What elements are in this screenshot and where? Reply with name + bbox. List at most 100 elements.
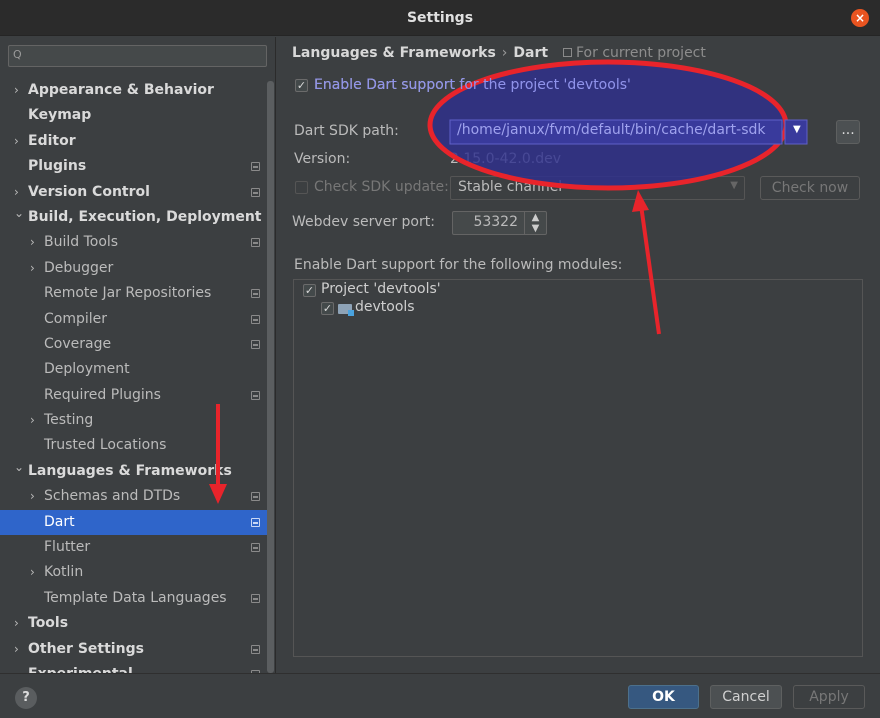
- title-bar: Settings ×: [0, 0, 880, 36]
- devtools-module-checkbox[interactable]: ✓: [321, 302, 334, 315]
- project-scope-icon: [251, 238, 260, 248]
- sidebar-item-debugger[interactable]: › Debugger: [0, 256, 268, 281]
- sidebar-item-plugins[interactable]: Plugins: [0, 154, 268, 179]
- sidebar-item-tools[interactable]: › Tools: [0, 611, 268, 636]
- sidebar-item-schemas-and-dtds[interactable]: › Schemas and DTDs: [0, 484, 268, 509]
- project-scope-icon: [251, 517, 260, 527]
- webdev-port-spinner[interactable]: 53322 ▲ ▼: [452, 211, 547, 235]
- chevron-down-icon: ▼: [730, 180, 738, 191]
- module-folder-icon: [338, 304, 354, 316]
- project-scope-icon: [251, 314, 260, 324]
- project-scope-icon: [251, 390, 260, 400]
- check-sdk-update-label: Check SDK update:: [314, 179, 449, 195]
- sidebar-item-label: Build, Execution, Deployment: [28, 208, 262, 225]
- sidebar-item-editor[interactable]: › Editor: [0, 129, 268, 154]
- project-module-label: Project 'devtools': [321, 281, 441, 297]
- sidebar-item-languages-frameworks[interactable]: ⌄ Languages & Frameworks: [0, 459, 268, 484]
- sidebar-item-build-execution-deployment[interactable]: ⌄ Build, Execution, Deployment: [0, 205, 268, 230]
- update-channel-value: Stable channel: [458, 179, 563, 195]
- search-input[interactable]: Q: [8, 45, 267, 67]
- sidebar-scrollbar[interactable]: [267, 81, 274, 673]
- ok-button[interactable]: OK: [628, 685, 699, 709]
- chevron-right-icon[interactable]: ›: [14, 78, 19, 103]
- sidebar-item-keymap[interactable]: Keymap: [0, 103, 268, 128]
- devtools-module-label: devtools: [355, 299, 415, 315]
- chevron-right-icon[interactable]: ›: [14, 637, 19, 662]
- settings-tree: › Appearance & Behavior Keymap › Editor Plugi…: [0, 78, 268, 673]
- sdk-path-value-highlighted: /home/janux/fvm/default/bin/cache/dart-s…: [457, 122, 766, 138]
- help-button[interactable]: ?: [15, 687, 37, 709]
- chevron-right-icon[interactable]: ›: [30, 230, 35, 255]
- chevron-right-icon[interactable]: ›: [14, 129, 19, 154]
- update-channel-select[interactable]: Stable channel ▼: [450, 176, 745, 200]
- sidebar-item-dart[interactable]: Dart: [0, 509, 268, 536]
- version-value: 2.15.0-42.0.dev: [450, 151, 561, 167]
- sidebar-item-build-tools[interactable]: › Build Tools: [0, 230, 268, 255]
- sidebar-item-trusted-locations[interactable]: Trusted Locations: [0, 433, 268, 458]
- project-scope-icon: [251, 162, 260, 172]
- chevron-down-icon[interactable]: ⌄: [14, 201, 24, 226]
- check-now-button[interactable]: Check now: [760, 176, 860, 200]
- cancel-button[interactable]: Cancel: [710, 685, 782, 709]
- sidebar-item-remote-jar-repositories[interactable]: Remote Jar Repositories: [0, 281, 268, 306]
- sidebar-item-label: Testing: [44, 412, 94, 429]
- sidebar-item-label: Tools: [28, 615, 69, 632]
- sidebar-item-compiler[interactable]: Compiler: [0, 307, 268, 332]
- sidebar-item-template-data-languages[interactable]: Template Data Languages: [0, 586, 268, 611]
- webdev-port-label: Webdev server port:: [292, 214, 435, 230]
- project-scope-icon: [251, 187, 260, 197]
- project-module-checkbox[interactable]: ✓: [303, 284, 316, 297]
- webdev-port-value: 53322: [473, 214, 518, 230]
- project-scope-icon: [251, 644, 260, 654]
- version-label: Version:: [294, 151, 351, 167]
- chevron-down-icon[interactable]: ⌄: [14, 455, 24, 480]
- project-scope-icon: [251, 593, 260, 603]
- enable-dart-checkbox[interactable]: ✓: [295, 79, 308, 92]
- chevron-right-icon[interactable]: ›: [30, 408, 35, 433]
- apply-button[interactable]: Apply: [793, 685, 865, 709]
- browse-sdk-button[interactable]: ...: [836, 120, 860, 144]
- sidebar-item-flutter[interactable]: Flutter: [0, 535, 268, 560]
- dialog-footer: ? OK Cancel Apply: [0, 673, 880, 718]
- spinner-arrows-icon[interactable]: ▲ ▼: [524, 212, 546, 234]
- sidebar-item-testing[interactable]: › Testing: [0, 408, 268, 433]
- sidebar-item-kotlin[interactable]: › Kotlin: [0, 560, 268, 585]
- sdk-path-label: Dart SDK path:: [294, 123, 399, 139]
- sidebar-item-appearance-behavior[interactable]: › Appearance & Behavior: [0, 78, 268, 103]
- scope-text: For current project: [576, 45, 706, 61]
- sidebar-item-label: Appearance & Behavior: [28, 82, 214, 98]
- breadcrumb-parent[interactable]: Languages & Frameworks: [292, 45, 496, 61]
- sidebar-item-label: Build Tools: [44, 234, 119, 251]
- breadcrumb-separator: ›: [501, 45, 508, 61]
- sidebar-item-coverage[interactable]: Coverage: [0, 332, 268, 357]
- sidebar-item-label: Coverage: [44, 335, 112, 352]
- modules-label: Enable Dart support for the following mo…: [294, 257, 623, 273]
- sidebar-item-label: Deployment: [44, 361, 130, 378]
- sidebar-item-label: Remote Jar Repositories: [44, 285, 212, 302]
- close-icon[interactable]: ×: [851, 9, 869, 27]
- chevron-right-icon[interactable]: ›: [14, 611, 19, 636]
- project-scope-icon: [251, 289, 260, 299]
- sidebar-item-label: Schemas and DTDs: [44, 488, 181, 505]
- breadcrumb: Languages & Frameworks › Dart: [292, 45, 548, 61]
- sidebar-item-version-control[interactable]: › Version Control: [0, 180, 268, 205]
- chevron-right-icon[interactable]: ›: [30, 560, 35, 585]
- sdk-path-dropdown-arrow-icon[interactable]: ▼: [793, 124, 801, 135]
- sidebar-item-label: Kotlin: [44, 564, 84, 581]
- sidebar-item-label: Version Control: [28, 183, 150, 200]
- chevron-right-icon[interactable]: ›: [30, 484, 35, 509]
- check-sdk-update-checkbox[interactable]: [295, 181, 308, 194]
- sidebar-item-label: Template Data Languages: [44, 589, 227, 606]
- breadcrumb-current: Dart: [513, 45, 549, 61]
- search-icon: Q: [13, 48, 22, 61]
- settings-sidebar: Q › Appearance & Behavior Keymap › Editor Plu…: [0, 37, 276, 673]
- sidebar-item-label: Other Settings: [28, 640, 144, 657]
- sidebar-item-experimental[interactable]: Experimental: [0, 662, 268, 673]
- sidebar-item-required-plugins[interactable]: Required Plugins: [0, 383, 268, 408]
- modules-tree: ✓ Project 'devtools' ✓ devtools: [293, 279, 863, 657]
- sidebar-item-other-settings[interactable]: › Other Settings: [0, 637, 268, 662]
- enable-dart-label-highlighted: Enable Dart support for the project 'dev…: [314, 77, 631, 93]
- chevron-right-icon[interactable]: ›: [30, 256, 35, 281]
- sidebar-item-label: Trusted Locations: [44, 437, 167, 454]
- sidebar-item-deployment[interactable]: Deployment: [0, 357, 268, 382]
